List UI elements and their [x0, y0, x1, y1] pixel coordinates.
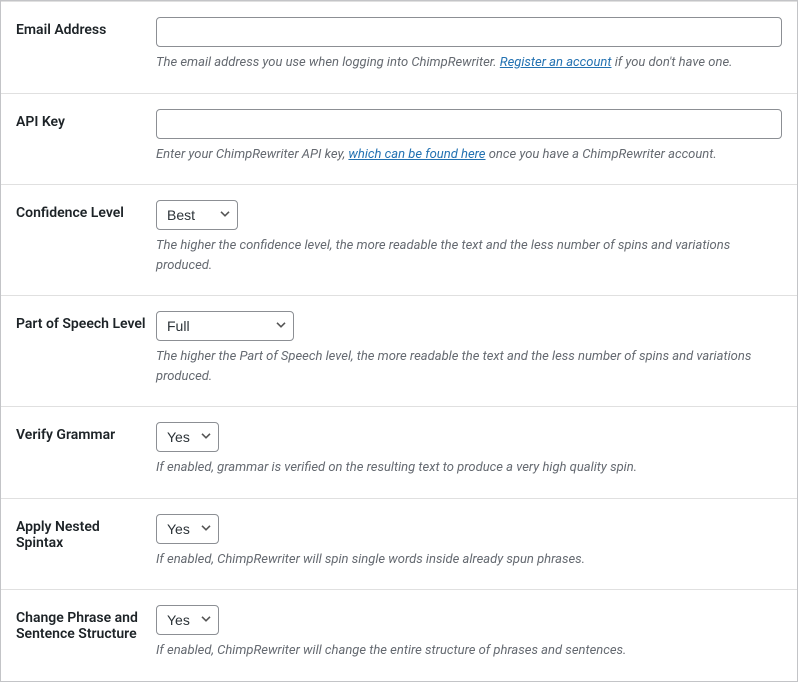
label-email: Email Address: [1, 2, 156, 94]
row-nested: Apply Nested Spintax Yes If enabled, Chi…: [1, 498, 797, 590]
api-key-found-here-link[interactable]: which can be found here: [348, 147, 485, 162]
api-key-description: Enter your ChimpRewriter API key, which …: [156, 145, 782, 165]
email-input[interactable]: [156, 17, 782, 47]
label-pos: Part of Speech Level: [1, 296, 156, 407]
email-description: The email address you use when logging i…: [156, 53, 782, 73]
confidence-description: The higher the confidence level, the mor…: [156, 236, 782, 275]
row-pos: Part of Speech Level Full The higher the…: [1, 296, 797, 407]
nested-select[interactable]: Yes: [156, 514, 219, 544]
pos-description: The higher the Part of Speech level, the…: [156, 347, 782, 386]
row-confidence: Confidence Level Best The higher the con…: [1, 185, 797, 296]
label-nested: Apply Nested Spintax: [1, 498, 156, 590]
grammar-description: If enabled, grammar is verified on the r…: [156, 458, 782, 478]
nested-description: If enabled, ChimpRewriter will spin sing…: [156, 550, 782, 570]
row-api-key: API Key Enter your ChimpRewriter API key…: [1, 93, 797, 185]
settings-form: Email Address The email address you use …: [0, 0, 798, 682]
label-api-key: API Key: [1, 93, 156, 185]
api-key-input[interactable]: [156, 109, 782, 139]
register-account-link[interactable]: Register an account: [500, 55, 612, 70]
label-confidence: Confidence Level: [1, 185, 156, 296]
pos-select[interactable]: Full: [156, 311, 294, 341]
row-grammar: Verify Grammar Yes If enabled, grammar i…: [1, 407, 797, 499]
confidence-select[interactable]: Best: [156, 200, 238, 230]
label-grammar: Verify Grammar: [1, 407, 156, 499]
grammar-select[interactable]: Yes: [156, 422, 219, 452]
form-table: Email Address The email address you use …: [1, 1, 797, 681]
label-structure: Change Phrase and Sentence Structure: [1, 590, 156, 681]
structure-select[interactable]: Yes: [156, 605, 219, 635]
row-structure: Change Phrase and Sentence Structure Yes…: [1, 590, 797, 681]
row-email: Email Address The email address you use …: [1, 2, 797, 94]
structure-description: If enabled, ChimpRewriter will change th…: [156, 641, 782, 661]
